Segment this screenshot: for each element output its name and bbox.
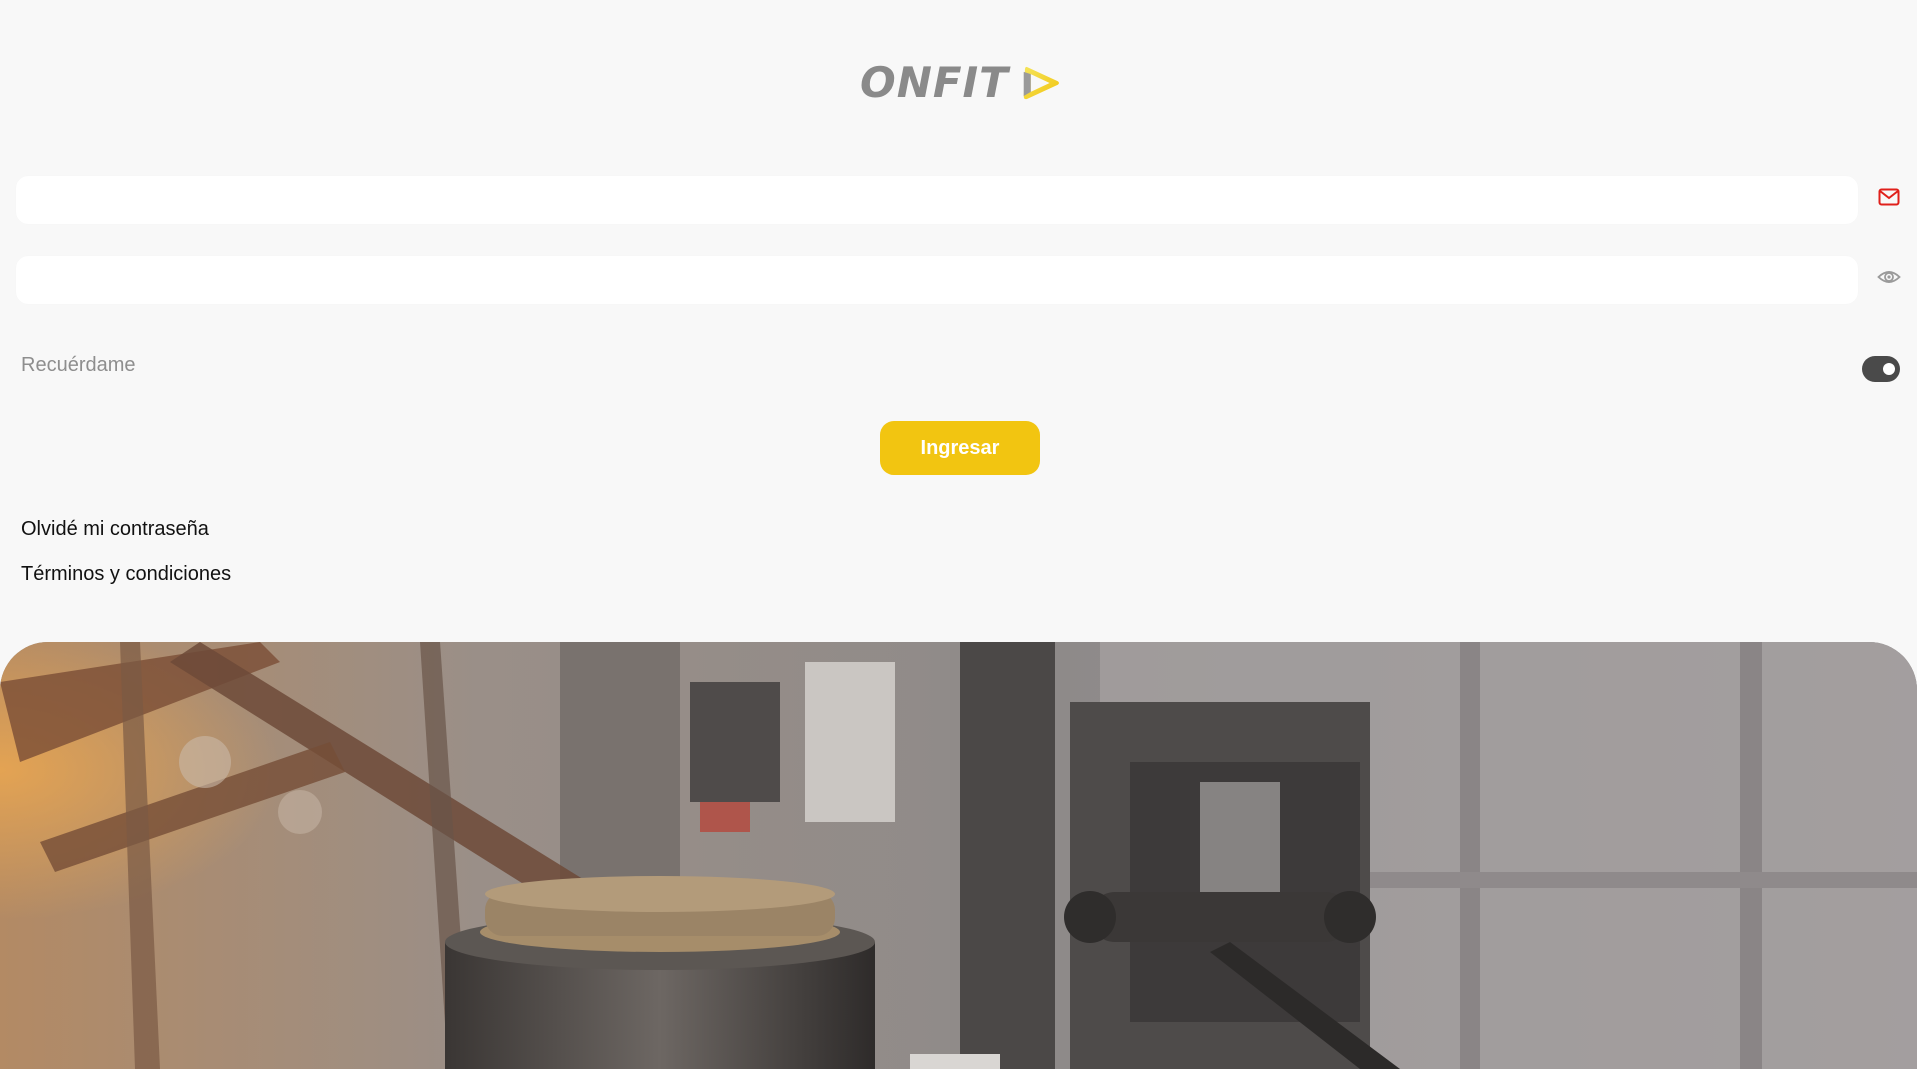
eye-icon[interactable] xyxy=(1876,264,1902,290)
remember-me-toggle[interactable] xyxy=(1862,356,1900,382)
logo-wordmark: ONFIT xyxy=(860,58,1009,107)
gym-hero-image xyxy=(0,642,1917,1069)
login-button[interactable]: Ingresar xyxy=(880,421,1040,475)
remember-me-label: Recuérdame xyxy=(21,354,136,376)
password-field[interactable] xyxy=(16,256,1858,304)
toggle-knob xyxy=(1883,363,1895,375)
forgot-password-link[interactable]: Olvidé mi contraseña xyxy=(21,518,209,541)
logo-play-icon xyxy=(1023,66,1059,100)
onfit-logo: ONFIT xyxy=(860,48,1060,118)
envelope-icon[interactable] xyxy=(1876,184,1902,210)
terms-link[interactable]: Términos y condiciones xyxy=(21,563,231,586)
email-field[interactable] xyxy=(16,176,1858,224)
login-page: ONFIT Recuérdame Ingresar Olvidé mi cont… xyxy=(0,0,1917,1069)
